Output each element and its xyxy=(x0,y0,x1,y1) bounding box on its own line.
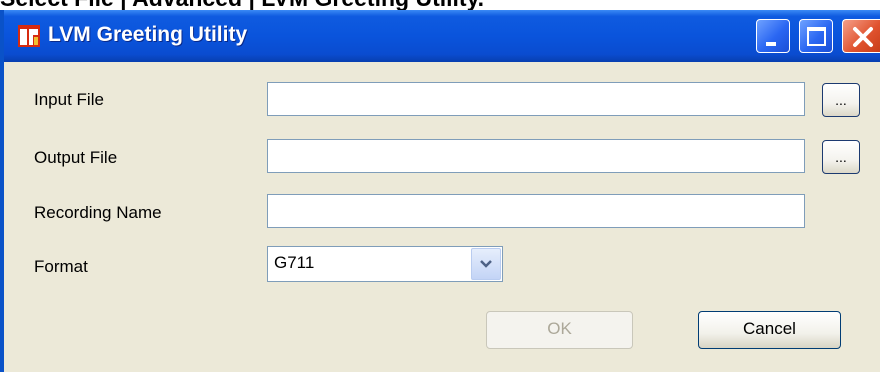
cancel-button[interactable]: Cancel xyxy=(698,311,841,349)
input-file-field[interactable] xyxy=(267,82,805,116)
chevron-down-icon xyxy=(480,260,492,268)
minimize-icon xyxy=(766,42,776,46)
maximize-icon xyxy=(807,27,826,46)
page-heading: Select File | Advanced | LVM Greeting Ut… xyxy=(0,0,880,10)
format-dropdown-button[interactable] xyxy=(471,248,501,280)
format-select[interactable]: G711 xyxy=(267,246,503,282)
format-value: G711 xyxy=(274,253,315,272)
title-bar[interactable]: LVM Greeting Utility xyxy=(4,10,880,62)
close-icon xyxy=(853,27,873,47)
output-file-label: Output File xyxy=(34,148,118,167)
ok-button[interactable]: OK xyxy=(486,311,633,349)
close-button[interactable] xyxy=(842,19,880,53)
recording-name-field[interactable] xyxy=(267,194,805,228)
input-file-browse-button[interactable]: ... xyxy=(822,83,860,117)
output-file-browse-button[interactable]: ... xyxy=(822,140,860,174)
input-file-label: Input File xyxy=(34,90,104,109)
maximize-button[interactable] xyxy=(799,19,833,53)
output-file-field[interactable] xyxy=(267,139,805,173)
minimize-button[interactable] xyxy=(756,19,790,53)
dialog-window: LVM Greeting Utility Input File ... Outp… xyxy=(0,10,880,372)
format-label: Format xyxy=(34,257,88,276)
recording-name-label: Recording Name xyxy=(34,203,162,222)
window-title: LVM Greeting Utility xyxy=(48,23,248,46)
app-icon xyxy=(18,25,40,47)
